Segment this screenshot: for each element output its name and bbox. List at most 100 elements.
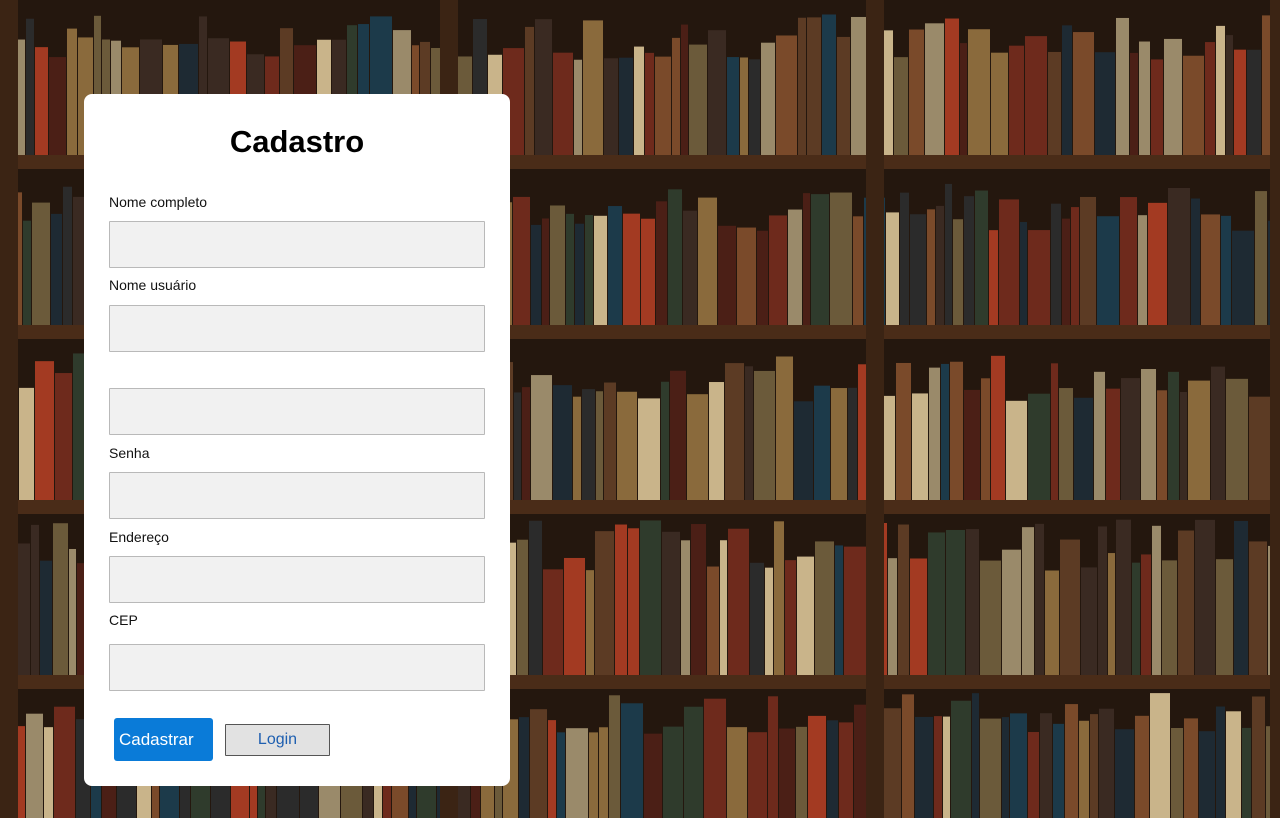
book-spine xyxy=(797,556,814,675)
book-spine xyxy=(968,29,990,155)
book-spine xyxy=(1249,396,1270,500)
address-label: Endereço xyxy=(109,529,169,545)
book-spine xyxy=(1094,371,1105,500)
book-spine xyxy=(768,696,778,818)
book-spine xyxy=(1062,218,1070,325)
book-spine xyxy=(1255,191,1267,325)
book-spine xyxy=(55,373,72,500)
book-spine xyxy=(1157,390,1167,500)
book-spine xyxy=(745,366,753,500)
book-spine xyxy=(808,715,826,818)
book-spine xyxy=(727,57,739,155)
book-spine xyxy=(1168,187,1190,325)
book-spine xyxy=(1080,196,1096,325)
book-spine xyxy=(550,205,565,325)
book-spine xyxy=(1183,55,1204,155)
book-spine xyxy=(1168,371,1179,500)
book-spine xyxy=(950,361,963,500)
book-spine xyxy=(912,393,928,500)
book-spine xyxy=(608,206,622,325)
book-spine xyxy=(929,367,940,500)
book-spine xyxy=(727,727,747,818)
book-spine xyxy=(514,392,521,500)
book-spine xyxy=(672,37,680,156)
book-spine xyxy=(513,196,530,325)
book-spine xyxy=(1097,216,1119,325)
book-spine xyxy=(1130,52,1138,155)
register-button[interactable]: Cadastrar xyxy=(114,718,213,761)
book-spine xyxy=(910,214,926,325)
book-spine xyxy=(972,693,979,818)
fullname-input[interactable] xyxy=(109,221,485,268)
book-spine xyxy=(1045,570,1059,675)
book-spine xyxy=(1106,388,1120,500)
book-spine xyxy=(32,202,50,325)
book-spine xyxy=(54,706,75,818)
book-spine xyxy=(1051,363,1058,500)
book-spine xyxy=(553,52,573,156)
unlabeled-input[interactable] xyxy=(109,388,485,435)
book-spine xyxy=(604,382,616,500)
password-input[interactable] xyxy=(109,472,485,519)
username-input[interactable] xyxy=(109,305,485,352)
cep-input[interactable] xyxy=(109,644,485,691)
book-spine xyxy=(640,520,661,675)
book-spine xyxy=(18,543,30,675)
book-spine xyxy=(35,47,48,155)
book-spine xyxy=(1028,732,1039,818)
password-label: Senha xyxy=(109,445,150,461)
book-spine xyxy=(725,363,744,500)
book-spine xyxy=(991,355,1005,500)
address-input[interactable] xyxy=(109,556,485,603)
book-spine xyxy=(530,709,547,818)
book-spine xyxy=(709,382,724,500)
shelf-post xyxy=(0,0,18,818)
book-spine xyxy=(708,30,726,155)
book-spine xyxy=(884,708,901,818)
book-spine xyxy=(1150,693,1170,818)
book-spine xyxy=(776,356,793,500)
book-spine xyxy=(656,201,667,325)
book-spine xyxy=(641,218,655,325)
book-spine xyxy=(1060,539,1080,675)
book-spine xyxy=(1081,567,1097,675)
login-button[interactable]: Login xyxy=(225,724,330,756)
book-spine xyxy=(815,541,834,675)
book-spine xyxy=(839,722,853,818)
book-spine xyxy=(589,732,598,818)
book-spine xyxy=(1152,525,1161,675)
book-spine xyxy=(1025,36,1047,155)
book-spine xyxy=(1226,711,1241,818)
book-spine xyxy=(615,524,627,675)
book-spine xyxy=(1062,25,1072,155)
book-spine xyxy=(619,57,633,155)
book-spine xyxy=(621,703,643,818)
book-spine xyxy=(902,694,914,818)
book-spine xyxy=(749,59,760,155)
book-spine xyxy=(531,375,552,500)
book-spine xyxy=(63,186,72,325)
book-spine xyxy=(989,230,998,325)
book-spine xyxy=(837,36,850,155)
book-spine xyxy=(668,189,682,325)
register-card: Cadastro Nome completo Nome usuário Senh… xyxy=(84,94,510,786)
book-spine xyxy=(1035,523,1044,675)
book-spine xyxy=(980,718,1001,818)
book-spine xyxy=(1199,731,1215,818)
book-spine xyxy=(522,387,530,500)
book-spine xyxy=(628,528,639,675)
username-label: Nome usuário xyxy=(109,277,197,293)
book-spine xyxy=(684,706,703,818)
book-spine xyxy=(853,216,863,325)
book-spine xyxy=(44,727,53,818)
book-spine xyxy=(1216,25,1225,156)
book-spine xyxy=(553,385,572,500)
book-spine xyxy=(945,18,959,156)
book-spine xyxy=(1098,526,1107,675)
book-spine xyxy=(634,46,644,155)
book-spine xyxy=(1191,198,1200,325)
book-spine xyxy=(583,20,603,155)
book-spine xyxy=(1065,704,1078,818)
book-spine xyxy=(698,197,717,325)
book-spine xyxy=(49,57,66,156)
